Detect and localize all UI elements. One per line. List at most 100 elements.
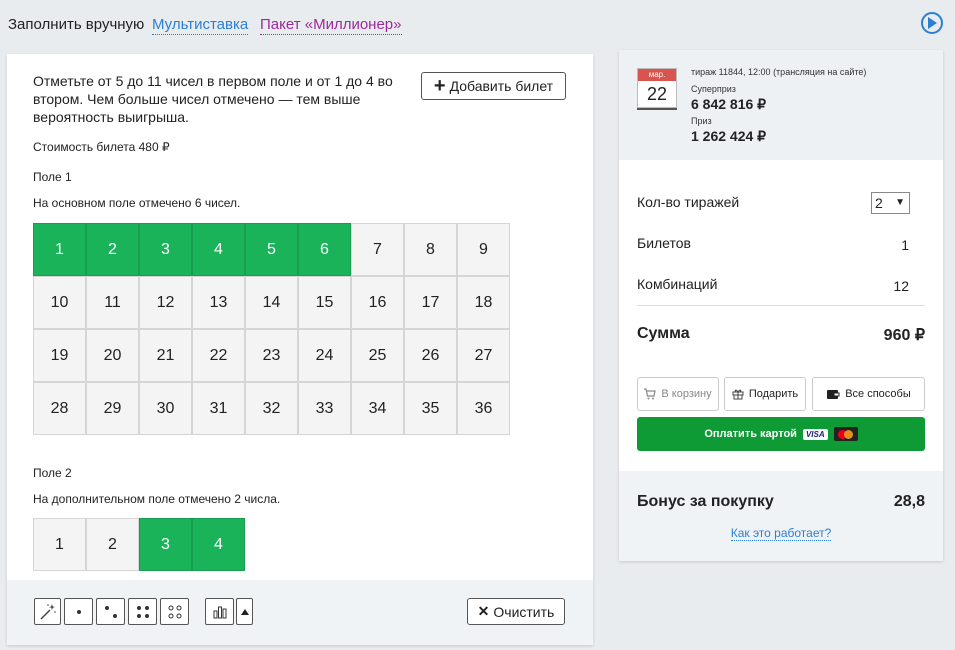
draws-count-label: Кол-во тиражей	[637, 194, 740, 210]
four-dots-icon	[136, 605, 149, 618]
draw-number: тираж 11844, 12:00 (трансляция на сайте)	[691, 67, 867, 77]
random-fill-button[interactable]	[34, 598, 61, 625]
add-ticket-button[interactable]: + Добавить билет	[421, 72, 566, 100]
sum-value: 960 ₽	[883, 327, 925, 344]
field1-number-23[interactable]: 23	[245, 329, 298, 382]
combinations-value: 12	[893, 278, 909, 294]
field1-number-14[interactable]: 14	[245, 276, 298, 329]
field1-number-32[interactable]: 32	[245, 382, 298, 435]
field1-number-8[interactable]: 8	[404, 223, 457, 276]
field1-number-20[interactable]: 20	[86, 329, 139, 382]
dropdown-arrow-icon: ▼	[895, 197, 905, 208]
field1-number-17[interactable]: 17	[404, 276, 457, 329]
gift-icon	[732, 389, 744, 400]
draw-day: 22	[646, 84, 668, 104]
tab-multibet[interactable]: Мультиставка	[152, 16, 249, 35]
field1-number-29[interactable]: 29	[86, 382, 139, 435]
field1-number-10[interactable]: 10	[33, 276, 86, 329]
field1-title: Поле 1	[33, 170, 72, 184]
field1-number-35[interactable]: 35	[404, 382, 457, 435]
superprize-label: Суперприз	[691, 84, 736, 94]
expand-stats-button[interactable]	[236, 598, 253, 625]
field1-number-27[interactable]: 27	[457, 329, 510, 382]
field1-number-18[interactable]: 18	[457, 276, 510, 329]
field1-number-21[interactable]: 21	[139, 329, 192, 382]
field1-number-2[interactable]: 2	[86, 223, 139, 276]
field1-number-15[interactable]: 15	[298, 276, 351, 329]
field2-number-1[interactable]: 1	[33, 518, 86, 571]
bonus-label: Бонус за покупку	[637, 493, 774, 510]
tab-package-millionaire[interactable]: Пакет «Миллионер»	[260, 16, 402, 35]
field1-number-25[interactable]: 25	[351, 329, 404, 382]
prize-label: Приз	[691, 116, 712, 126]
pay-by-card-button[interactable]: Оплатить картой VISA	[637, 417, 925, 451]
all-payment-methods-button[interactable]: Все способы	[812, 377, 925, 411]
bonus-value: 28,8	[893, 493, 925, 510]
divider	[637, 305, 925, 306]
quick-pick-empty-button[interactable]	[160, 598, 189, 625]
prize-value: 1 262 424 ₽	[691, 128, 767, 144]
draws-count-select[interactable]: 2 ▼	[871, 192, 910, 214]
field1-number-36[interactable]: 36	[457, 382, 510, 435]
field1-number-4[interactable]: 4	[192, 223, 245, 276]
quick-pick-1-button[interactable]	[64, 598, 93, 625]
draw-month: мар.	[638, 69, 676, 81]
field2-title: Поле 2	[33, 466, 72, 480]
field1-number-7[interactable]: 7	[351, 223, 404, 276]
draws-count-value: 2	[875, 195, 883, 211]
ticket-toolbar: ✕ Очистить	[7, 580, 593, 645]
visa-logo: VISA	[802, 428, 828, 440]
field1-number-28[interactable]: 28	[33, 382, 86, 435]
clear-button[interactable]: ✕ Очистить	[467, 598, 565, 625]
superprize-value: 6 842 816 ₽	[691, 96, 767, 112]
field1-number-26[interactable]: 26	[404, 329, 457, 382]
all-methods-label: Все способы	[845, 388, 911, 400]
quick-pick-4-button[interactable]	[128, 598, 157, 625]
field1-number-5[interactable]: 5	[245, 223, 298, 276]
field2-number-2[interactable]: 2	[86, 518, 139, 571]
statistics-button[interactable]	[205, 598, 234, 625]
combinations-label: Комбинаций	[637, 276, 718, 292]
gift-label: Подарить	[748, 388, 799, 400]
field1-number-31[interactable]: 31	[192, 382, 245, 435]
calendar-icon: мар. 22	[637, 68, 677, 108]
field1-number-24[interactable]: 24	[298, 329, 351, 382]
play-video-button[interactable]	[921, 12, 943, 34]
field1-number-13[interactable]: 13	[192, 276, 245, 329]
gift-button[interactable]: Подарить	[724, 377, 806, 411]
instruction-text: Отметьте от 5 до 11 чисел в первом поле …	[33, 73, 393, 125]
order-card: мар. 22 тираж 11844, 12:00 (трансляция н…	[619, 50, 943, 561]
field1-number-34[interactable]: 34	[351, 382, 404, 435]
field1-number-33[interactable]: 33	[298, 382, 351, 435]
field1-number-16[interactable]: 16	[351, 276, 404, 329]
tickets-value: 1	[901, 237, 909, 253]
field1-number-3[interactable]: 3	[139, 223, 192, 276]
cart-label: В корзину	[661, 388, 712, 400]
field1-number-30[interactable]: 30	[139, 382, 192, 435]
draw-info-panel: мар. 22 тираж 11844, 12:00 (трансляция н…	[619, 50, 943, 160]
sum-label: Сумма	[637, 325, 690, 342]
cart-icon	[644, 388, 657, 400]
field2-status: На дополнительном поле отмечено 2 числа.	[33, 492, 281, 506]
tab-manual[interactable]: Заполнить вручную	[8, 16, 144, 34]
magic-wand-icon	[39, 603, 56, 620]
field1-number-6[interactable]: 6	[298, 223, 351, 276]
field1-number-11[interactable]: 11	[86, 276, 139, 329]
field1-number-12[interactable]: 12	[139, 276, 192, 329]
field1-number-1[interactable]: 1	[33, 223, 86, 276]
ticket-cost: Стоимость билета 480 ₽	[33, 140, 170, 154]
tickets-label: Билетов	[637, 235, 691, 251]
how-it-works-link[interactable]: Как это работает?	[730, 526, 832, 541]
field1-status: На основном поле отмечено 6 чисел.	[33, 196, 241, 210]
field1-number-22[interactable]: 22	[192, 329, 245, 382]
field1-number-19[interactable]: 19	[33, 329, 86, 382]
quick-pick-2-button[interactable]	[96, 598, 125, 625]
field2-number-4[interactable]: 4	[192, 518, 245, 571]
field1-number-9[interactable]: 9	[457, 223, 510, 276]
field2-number-3[interactable]: 3	[139, 518, 192, 571]
ticket-card: Отметьте от 5 до 11 чисел в первом поле …	[7, 54, 593, 645]
one-dot-icon	[76, 609, 81, 614]
how-it-works-row: Как это работает?	[619, 526, 943, 541]
add-to-cart-button[interactable]: В корзину	[637, 377, 719, 411]
mastercard-logo	[833, 427, 858, 441]
